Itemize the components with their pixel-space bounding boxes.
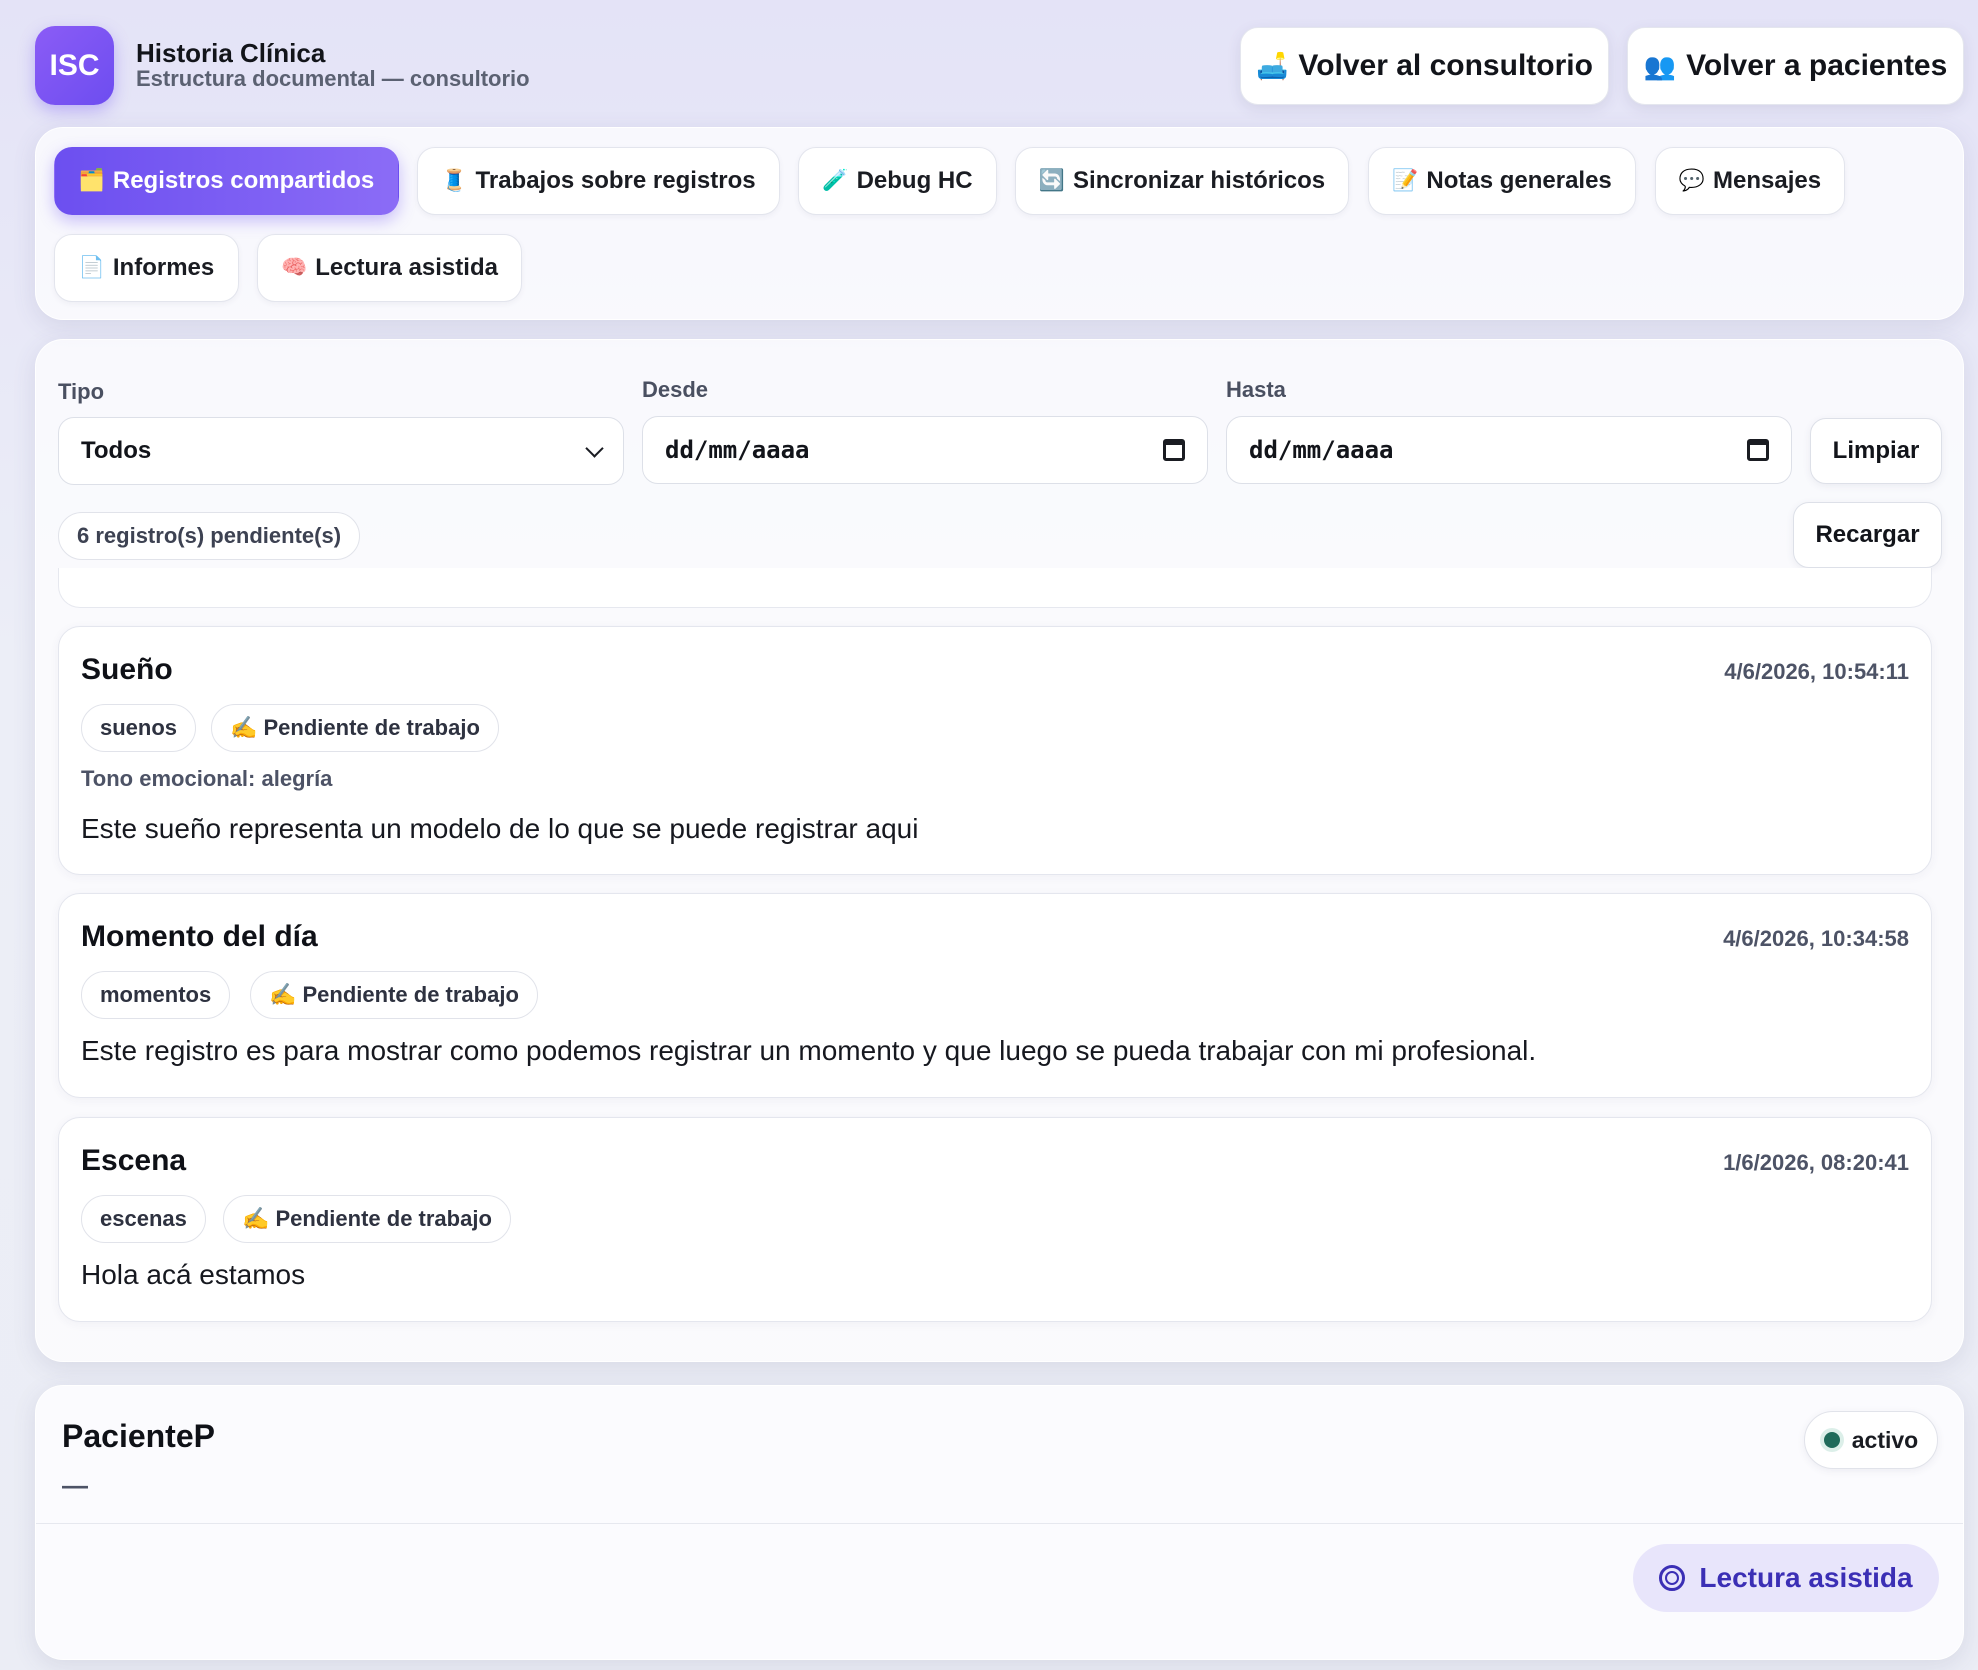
fab-label: Lectura asistida	[1699, 1562, 1913, 1593]
record-date: 4/6/2026, 10:34:58	[1723, 926, 1909, 951]
record-card[interactable]: Momento del día 4/6/2026, 10:34:58 momen…	[58, 893, 1932, 1098]
folder-icon: 🗂️	[78, 169, 105, 192]
hasta-value: dd/mm/aaaa	[1249, 436, 1394, 464]
thread-icon: 🧵	[441, 169, 468, 192]
record-type-chip: suenos	[81, 704, 197, 752]
speech-bubble-icon: 💬	[1678, 169, 1706, 192]
tab-label: Debug HC	[856, 167, 973, 194]
target-ring-icon	[1659, 1565, 1686, 1591]
patient-status-label: activo	[1851, 1426, 1919, 1453]
patient-detail: —	[62, 1470, 88, 1500]
record-title: Momento del día	[81, 920, 318, 953]
tipo-value: Todos	[81, 437, 152, 464]
couch-icon: 🛋️	[1256, 50, 1289, 81]
tab-mensajes[interactable]: 💬 Mensajes	[1655, 147, 1845, 215]
record-body: Hola acá estamos	[81, 1259, 306, 1290]
record-card[interactable]: Sueño 4/6/2026, 10:54:11 suenos ✍️ Pendi…	[58, 626, 1932, 875]
record-status-chip: ✍️ Pendiente de trabajo	[250, 971, 538, 1019]
back-to-pacientes-label: Volver a pacientes	[1686, 49, 1948, 82]
pending-count-badge: 6 registro(s) pendiente(s)	[58, 512, 361, 560]
patient-status-badge: activo	[1804, 1411, 1938, 1469]
divider	[36, 1523, 1963, 1524]
lectura-asistida-fab[interactable]: Lectura asistida	[1633, 1544, 1939, 1612]
tab-informes[interactable]: 📄 Informes	[54, 234, 239, 302]
people-icon: 👥	[1643, 50, 1677, 81]
tab-debug-hc[interactable]: 🧪 Debug HC	[798, 147, 997, 215]
recargar-button[interactable]: Recargar	[1793, 502, 1942, 568]
back-to-consultorio-button[interactable]: 🛋️ Volver al consultorio	[1240, 27, 1609, 105]
tab-label: Sincronizar históricos	[1073, 167, 1326, 194]
tab-label: Informes	[112, 254, 215, 281]
tab-lectura-asistida[interactable]: 🧠 Lectura asistida	[257, 234, 522, 302]
tab-label: Trabajos sobre registros	[475, 167, 756, 194]
desde-date-input[interactable]: dd/mm/aaaa	[642, 416, 1208, 484]
record-type-chip: momentos	[81, 971, 231, 1019]
desde-value: dd/mm/aaaa	[665, 436, 810, 464]
app-subtitle: Estructura documental — consultorio	[136, 66, 530, 91]
record-body: Este registro es para mostrar como podem…	[81, 1035, 1537, 1066]
brain-icon: 🧠	[281, 256, 308, 279]
sync-icon: 🔄	[1038, 169, 1066, 192]
test-tube-icon: 🧪	[822, 169, 849, 192]
app-logo: ISC	[35, 26, 114, 105]
tab-trabajos-sobre-registros[interactable]: 🧵 Trabajos sobre registros	[417, 147, 780, 215]
calendar-icon[interactable]	[1747, 439, 1769, 461]
record-date: 4/6/2026, 10:54:11	[1724, 659, 1909, 684]
chevron-down-icon	[585, 438, 604, 458]
record-status-chip: ✍️ Pendiente de trabajo	[211, 704, 499, 752]
record-title: Escena	[81, 1144, 187, 1177]
tab-registros-compartidos[interactable]: 🗂️ Registros compartidos	[54, 147, 399, 215]
tab-notas-generales[interactable]: 📝 Notas generales	[1368, 147, 1636, 215]
record-date: 1/6/2026, 08:20:41	[1723, 1150, 1909, 1175]
desde-label: Desde	[642, 377, 709, 402]
hasta-date-input[interactable]: dd/mm/aaaa	[1226, 416, 1792, 484]
record-title: Sueño	[81, 653, 173, 686]
app-title: Historia Clínica	[136, 38, 326, 68]
patient-name: PacienteP	[62, 1418, 215, 1454]
back-to-pacientes-button[interactable]: 👥 Volver a pacientes	[1627, 27, 1964, 105]
record-status-chip: ✍️ Pendiente de trabajo	[223, 1195, 511, 1243]
tab-label: Registros compartidos	[112, 167, 375, 194]
tab-label: Notas generales	[1426, 167, 1612, 194]
record-type-chip: escenas	[81, 1195, 206, 1243]
tipo-label: Tipo	[58, 379, 105, 404]
tab-label: Mensajes	[1713, 167, 1822, 194]
limpiar-button[interactable]: Limpiar	[1810, 418, 1942, 484]
memo-icon: 📝	[1392, 169, 1419, 192]
record-body: Este sueño representa un modelo de lo qu…	[81, 813, 919, 844]
calendar-icon[interactable]	[1163, 439, 1185, 461]
record-card-partial	[58, 568, 1932, 608]
record-tone: Tono emocional: alegría	[81, 766, 333, 791]
document-icon: 📄	[78, 256, 105, 279]
status-dot-icon	[1823, 1432, 1840, 1448]
tab-label: Lectura asistida	[315, 254, 498, 281]
tab-sincronizar-historicos[interactable]: 🔄 Sincronizar históricos	[1015, 147, 1349, 215]
back-to-consultorio-label: Volver al consultorio	[1298, 49, 1593, 82]
hasta-label: Hasta	[1226, 377, 1286, 402]
tipo-select[interactable]: Todos	[58, 417, 624, 485]
record-card[interactable]: Escena 1/6/2026, 08:20:41 escenas ✍️ Pen…	[58, 1117, 1932, 1322]
